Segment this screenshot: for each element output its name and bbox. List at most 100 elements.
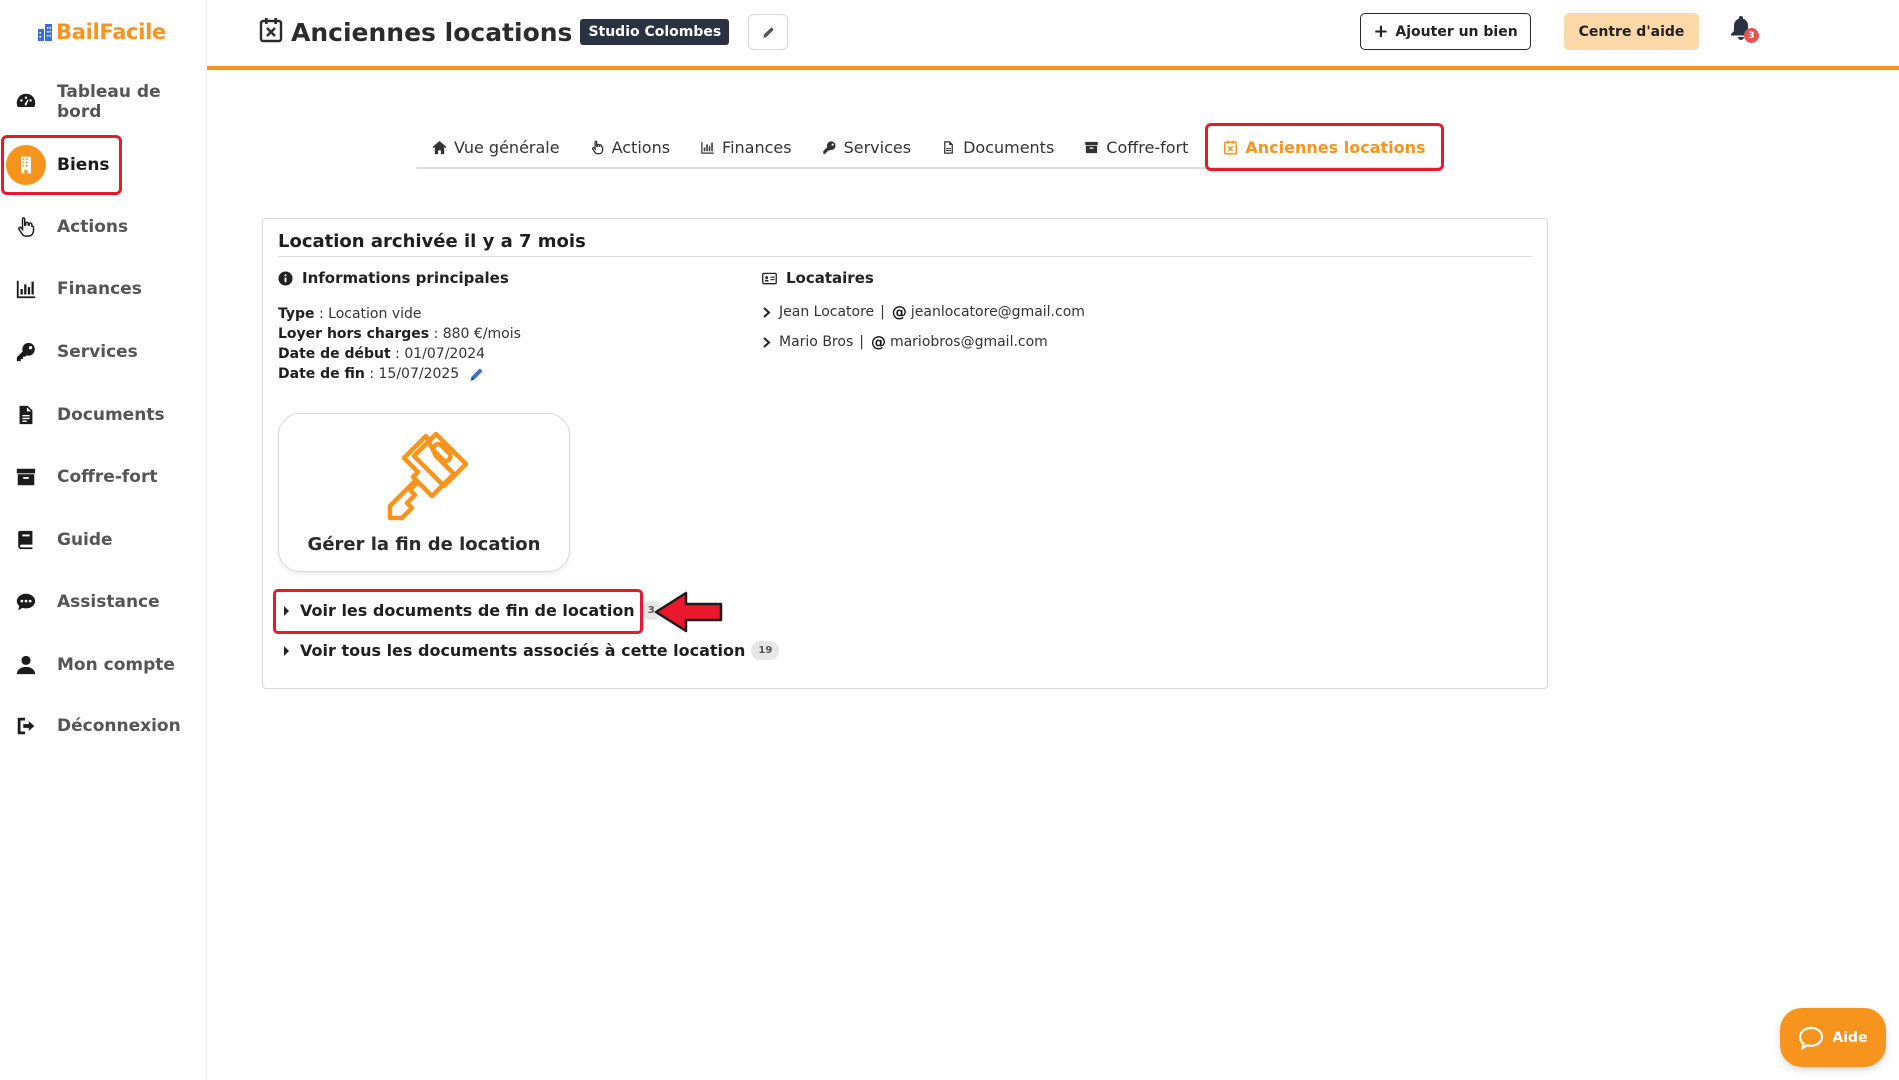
tab-label: Finances <box>722 137 792 157</box>
edit-end-date-icon[interactable] <box>469 367 484 382</box>
sidebar-item-guide[interactable]: Guide <box>0 516 207 564</box>
hand-pointer-icon <box>13 214 39 240</box>
tab-actions[interactable]: Actions <box>575 127 685 167</box>
tab-label: Vue générale <box>454 137 560 157</box>
tab-services[interactable]: Services <box>807 127 926 167</box>
plus-icon: + <box>1373 20 1389 42</box>
tab-anciennes-locations[interactable]: Anciennes locations <box>1205 123 1444 171</box>
app-logo[interactable]: BailFacile <box>37 20 166 44</box>
sidebar-item-label: Actions <box>57 217 129 237</box>
key-outline-icon <box>387 431 469 521</box>
lease-type-value: Location vide <box>328 306 422 322</box>
document-icon <box>13 402 39 428</box>
logout-icon <box>13 713 39 739</box>
sidebar-item-tableau-de-bord[interactable]: Tableau de bord <box>0 78 207 126</box>
key-icon <box>822 140 836 154</box>
page-title-group: Anciennes locations Studio Colombes <box>259 14 789 50</box>
lease-start-value: 01/07/2024 <box>404 346 486 362</box>
help-center-button[interactable]: Centre d'aide <box>1564 13 1699 50</box>
sidebar-item-label: Tableau de bord <box>57 82 161 122</box>
document-icon <box>944 140 953 154</box>
tenant-row: Mario Bros | @ mariobros@gmail.com <box>762 333 1048 351</box>
separator: | <box>880 304 885 320</box>
tab-label: Documents <box>963 137 1055 157</box>
red-arrow-icon <box>654 591 723 633</box>
sidebar-item-services[interactable]: Services <box>0 328 207 376</box>
chevron-right-icon <box>763 336 771 348</box>
page-header: Anciennes locations Studio Colombes + Aj… <box>207 0 1899 70</box>
archived-lease-card: Location archivée il y a 7 mois Informat… <box>262 218 1548 689</box>
caret-right-icon <box>284 645 289 656</box>
lease-type-row: Type : Location vide <box>278 306 422 322</box>
info-circle-icon <box>278 270 293 286</box>
end-docs-highlight-box <box>273 589 643 634</box>
property-tabs: Vue générale Actions Finances Services D… <box>417 123 1444 171</box>
lease-rent-row: Loyer hors charges : 880 €/mois <box>278 326 521 342</box>
sidebar-item-label: Mon compte <box>57 655 175 675</box>
sidebar-item-label: Documents <box>57 405 165 425</box>
archive-icon <box>1085 141 1099 153</box>
manage-end-of-lease-button[interactable]: Gérer la fin de location <box>278 413 570 572</box>
sidebar-item-coffre-fort[interactable]: Coffre-fort <box>0 453 207 501</box>
add-property-label: Ajouter un bien <box>1395 23 1518 40</box>
all-lease-documents-toggle[interactable]: Voir tous les documents associés à cette… <box>284 641 780 660</box>
sidebar-item-deconnexion[interactable]: Déconnexion <box>0 702 207 750</box>
sidebar-item-mon-compte[interactable]: Mon compte <box>0 641 207 689</box>
key-icon <box>13 339 39 365</box>
archive-icon <box>13 464 39 490</box>
main-info-heading-text: Informations principales <box>302 269 509 287</box>
add-property-button[interactable]: + Ajouter un bien <box>1360 13 1531 50</box>
page-title: Anciennes locations <box>291 17 573 47</box>
tab-finances[interactable]: Finances <box>685 127 807 167</box>
count-badge: 19 <box>751 641 780 660</box>
building-logo-icon <box>38 24 52 41</box>
floating-help-button[interactable]: Aide <box>1780 1008 1886 1067</box>
chat-bubble-icon <box>1799 1026 1824 1050</box>
lease-rent-value: 880 €/mois <box>442 326 521 342</box>
sidebar-item-label: Finances <box>57 279 142 299</box>
manage-end-of-lease-label: Gérer la fin de location <box>307 534 541 555</box>
lease-end-row: Date de fin : 15/07/2025 <box>278 364 521 384</box>
tenant-name: Mario Bros <box>779 334 854 350</box>
app-logo-text: BailFacile <box>56 20 166 44</box>
hand-pointer-icon <box>591 140 603 154</box>
tenants-heading-text: Locataires <box>786 269 874 287</box>
sidebar-item-label: Déconnexion <box>57 716 181 736</box>
sidebar-item-label: Coffre-fort <box>57 467 158 487</box>
bar-chart-icon <box>701 141 714 154</box>
at-icon: @ <box>891 303 907 321</box>
sidebar-item-finances[interactable]: Finances <box>0 265 207 313</box>
tenants-heading: Locataires <box>762 269 874 287</box>
pencil-icon <box>762 26 774 38</box>
tab-label: Coffre-fort <box>1106 137 1189 157</box>
sidebar-item-label: Assistance <box>57 592 160 612</box>
id-card-icon <box>762 272 777 284</box>
lease-details: Type : Location vide Loyer hors charges … <box>278 304 521 384</box>
edit-property-button[interactable] <box>748 14 789 50</box>
tenant-email[interactable]: mariobros@gmail.com <box>890 334 1048 350</box>
sidebar-item-documents[interactable]: Documents <box>0 391 207 439</box>
tab-label: Actions <box>611 137 671 157</box>
biens-highlight-box <box>1 135 122 195</box>
user-icon <box>13 652 39 678</box>
sidebar-item-label: Guide <box>57 530 113 550</box>
calendar-x-icon <box>259 17 283 47</box>
floating-help-label: Aide <box>1832 1029 1868 1046</box>
chevron-right-icon <box>763 306 771 318</box>
tab-label: Anciennes locations <box>1245 137 1426 157</box>
bar-chart-icon <box>13 276 39 302</box>
tenant-email[interactable]: jeanlocatore@gmail.com <box>911 304 1085 320</box>
notification-count-badge: 3 <box>1744 28 1759 43</box>
sidebar: BailFacile Tableau de bord Biens Actions… <box>0 0 207 1080</box>
calendar-x-icon <box>1224 140 1238 155</box>
property-badge: Studio Colombes <box>580 19 730 45</box>
notifications-button[interactable]: 3 <box>1729 15 1763 47</box>
lease-title: Location archivée il y a 7 mois <box>278 231 586 252</box>
tenant-name: Jean Locatore <box>779 304 875 320</box>
lease-end-value: 15/07/2025 <box>378 366 460 382</box>
tab-coffre-fort[interactable]: Coffre-fort <box>1069 127 1203 167</box>
sidebar-item-assistance[interactable]: Assistance <box>0 578 207 626</box>
tab-vue-generale[interactable]: Vue générale <box>417 127 575 167</box>
tab-documents[interactable]: Documents <box>926 127 1069 167</box>
sidebar-item-actions[interactable]: Actions <box>0 203 207 251</box>
